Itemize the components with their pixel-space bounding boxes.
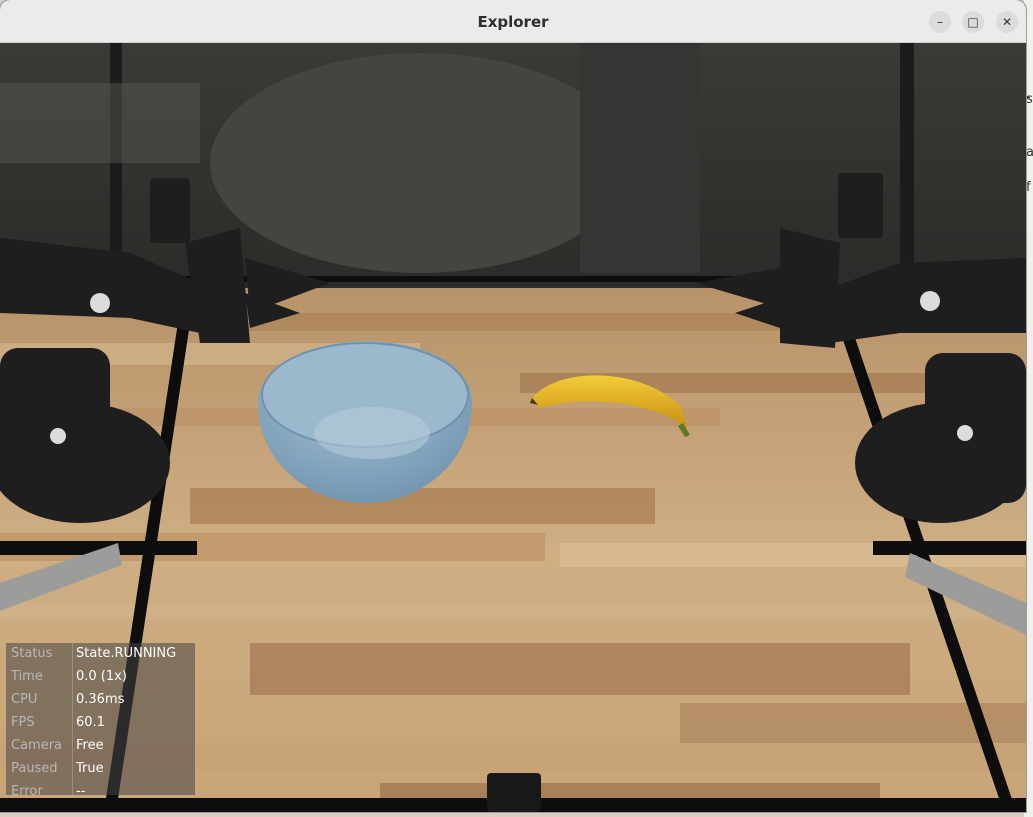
camera-row: Camera Free	[6, 735, 195, 758]
close-button[interactable]: ✕	[996, 11, 1018, 33]
close-icon: ✕	[1001, 15, 1013, 29]
explorer-window: Explorer – □ ✕ Status State.RUNNING Time…	[0, 0, 1026, 812]
cpu-value: 0.36ms	[76, 692, 125, 707]
error-row: Error --	[6, 781, 195, 804]
camera-value: Free	[76, 738, 104, 753]
status-panel: Status State.RUNNING Time 0.0 (1x) CPU 0…	[6, 643, 195, 799]
cpu-row: CPU 0.36ms	[6, 689, 195, 712]
fps-label: FPS	[11, 715, 35, 730]
error-label: Error	[11, 784, 43, 799]
time-row: Time 0.0 (1x)	[6, 666, 195, 689]
time-label: Time	[11, 669, 43, 684]
background-text: s	[1026, 92, 1033, 107]
maximize-button[interactable]: □	[962, 11, 984, 33]
error-value: --	[76, 784, 86, 799]
base-block	[487, 773, 541, 812]
camera-label: Camera	[11, 738, 63, 753]
paused-label: Paused	[11, 761, 58, 776]
minimize-button[interactable]: –	[929, 11, 951, 33]
maximize-icon: □	[967, 15, 979, 29]
cpu-label: CPU	[11, 692, 38, 707]
background-text: f	[1026, 180, 1031, 195]
chair-shape	[210, 53, 630, 273]
fps-value: 60.1	[76, 715, 105, 730]
fps-row: FPS 60.1	[6, 712, 195, 735]
title-bar[interactable]: Explorer – □ ✕	[0, 0, 1026, 43]
time-value: 0.0 (1x)	[76, 669, 127, 684]
window-title: Explorer	[477, 13, 549, 31]
background-text: a	[1026, 145, 1033, 160]
status-value: State.RUNNING	[76, 646, 177, 661]
status-row: Status State.RUNNING	[6, 643, 195, 666]
paused-value: True	[76, 761, 104, 776]
minimize-icon: –	[937, 15, 943, 29]
simulation-viewport[interactable]: Status State.RUNNING Time 0.0 (1x) CPU 0…	[0, 43, 1026, 812]
status-label: Status	[11, 646, 53, 661]
paused-row: Paused True	[6, 758, 195, 781]
